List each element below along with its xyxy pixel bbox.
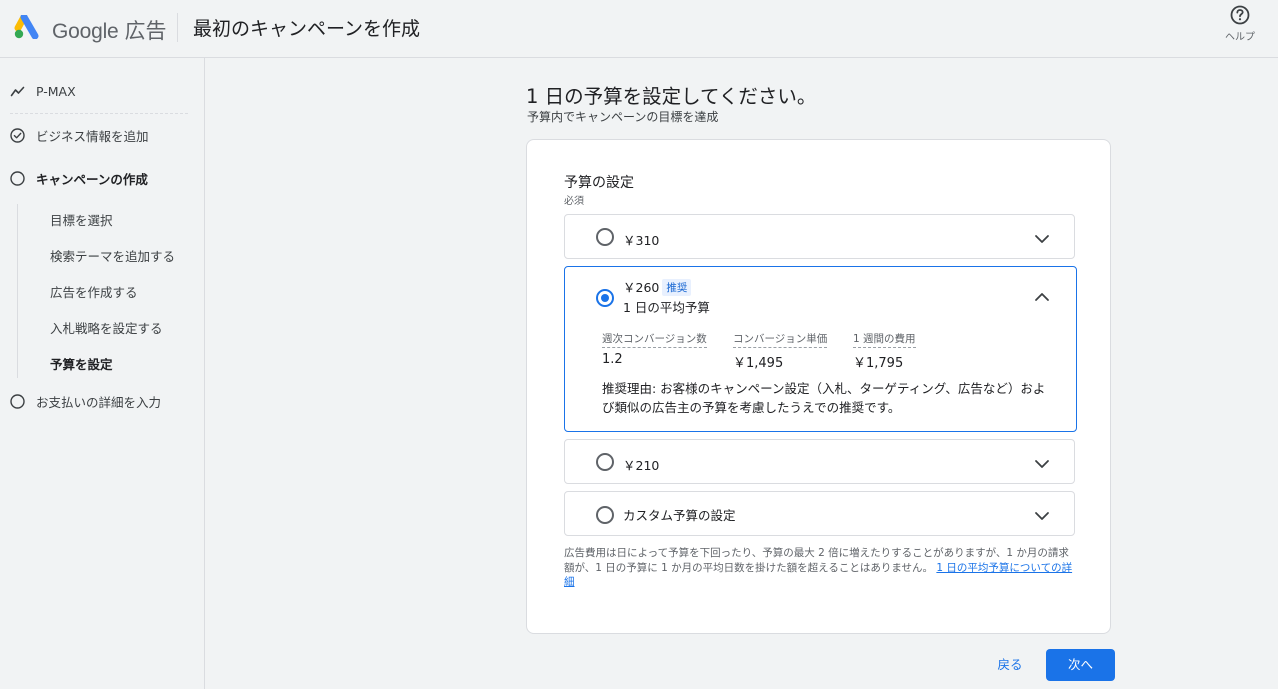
page-header-title: 最初のキャンペーンを作成 [193,18,421,40]
sidebar-item-create-campaign[interactable]: キャンペーンの作成 [10,167,148,189]
sidebar-subitem-search-themes[interactable]: 検索テーマを追加する [50,246,175,265]
metric-label[interactable]: コンバージョン単価 [733,331,828,348]
radio-button[interactable] [596,228,614,246]
chevron-down-icon[interactable] [1034,511,1050,521]
budget-option-label: ￥310 [623,233,660,248]
check-circle-icon [10,127,25,143]
sidebar-item-label: お支払いの詳細を入力 [36,394,162,410]
sidebar: P-MAX ビジネス情報を追加 キャンペーンの作成 目標を選択 検索テーマを追加… [0,58,205,689]
sidebar-item-business-info[interactable]: ビジネス情報を追加 [10,124,149,146]
help-icon [1230,5,1250,25]
radio-button-selected[interactable] [596,289,614,307]
brand-name[interactable]: Google 広告 [52,15,167,45]
metric-label[interactable]: 1 週間の費用 [853,331,916,348]
sidebar-item-pmax[interactable]: P-MAX [10,80,76,102]
brand-ads: 広告 [124,20,167,43]
radio-button[interactable] [596,453,614,471]
sidebar-item-payment[interactable]: お支払いの詳細を入力 [10,390,161,412]
sidebar-item-label: ビジネス情報を追加 [36,128,149,144]
circle-icon [10,393,25,409]
section-title: 予算の設定 [564,175,634,191]
brand-google: Google [52,20,119,43]
metric-cost-per-conversion: コンバージョン単価 ￥1,495 [733,327,828,371]
metric-weekly-cost: 1 週間の費用 ￥1,795 [853,327,916,371]
sidebar-item-label: P-MAX [36,83,76,99]
required-label: 必須 [564,196,584,207]
budget-option-210[interactable]: ￥210 [564,439,1075,484]
sidebar-subitem-budget[interactable]: 予算を設定 [50,354,113,373]
trend-icon [10,86,25,96]
sidebar-item-label: キャンペーンの作成 [36,171,148,187]
metric-value: 1.2 [602,352,623,367]
google-ads-logo-icon[interactable] [14,15,42,39]
average-daily-budget-label: 1 日の平均予算 [623,300,710,315]
sidebar-divider [10,113,188,114]
recommended-badge: 推奨 [662,279,692,296]
app-header: Google 広告 最初のキャンペーンを作成 ヘルプ [0,0,1278,58]
budget-card: 予算の設定 必須 ￥310 ￥260 推奨 1 日の平均予算 週次コンバージョン数… [526,139,1111,634]
header-divider [177,13,178,42]
page-title: 1 日の予算を設定してください。 [526,85,817,108]
budget-option-label: カスタム予算の設定 [623,508,736,523]
sidebar-subsection-line [17,204,18,378]
chevron-up-icon[interactable] [1034,292,1050,302]
radio-button[interactable] [596,506,614,524]
recommendation-reason: 推奨理由: お客様のキャンペーン設定（入札、ターゲティング、広告など）および類似… [602,381,1046,415]
budget-option-label: ￥210 [623,458,660,473]
metric-weekly-conversions: 週次コンバージョン数 1.2 [602,327,707,367]
budget-option-label-row: ￥260 推奨 [623,277,692,296]
metric-value: ￥1,495 [733,356,784,371]
back-button[interactable]: 戻る [988,650,1032,680]
next-button[interactable]: 次へ [1046,649,1115,681]
metric-value: ￥1,795 [853,356,904,371]
chevron-down-icon[interactable] [1034,234,1050,244]
budget-option-custom[interactable]: カスタム予算の設定 [564,491,1075,536]
budget-option-260[interactable]: ￥260 推奨 1 日の平均予算 週次コンバージョン数 1.2 コンバージョン単価… [564,266,1077,432]
budget-footnote: 広告費用は日によって予算を下回ったり、予算の最大 2 倍に増えたりすることがあり… [564,546,1079,590]
metric-label[interactable]: 週次コンバージョン数 [602,331,707,348]
help-label: ヘルプ [1225,32,1255,43]
circle-icon [10,170,25,186]
chevron-down-icon[interactable] [1034,459,1050,469]
page-subtitle: 予算内でキャンペーンの目標を達成 [527,110,719,124]
budget-option-label: ￥260 [623,280,660,295]
budget-option-310[interactable]: ￥310 [564,214,1075,259]
sidebar-subitem-create-ads[interactable]: 広告を作成する [50,282,138,301]
help-button[interactable]: ヘルプ [1220,5,1260,45]
sidebar-subitem-bidding[interactable]: 入札戦略を設定する [50,318,163,337]
sidebar-subitem-select-goal[interactable]: 目標を選択 [50,210,113,229]
